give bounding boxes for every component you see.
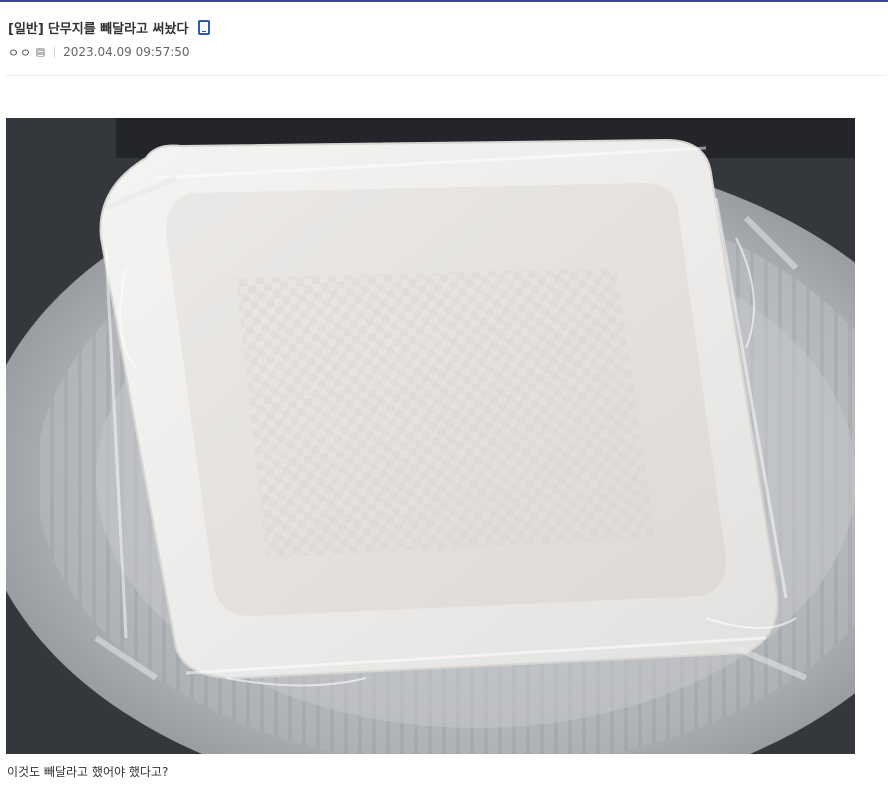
post-meta: ㅇㅇ 2023.04.09 09:57:50 [8, 44, 880, 60]
post-caption: 이것도 빼달라고 했어야 했다고? [7, 765, 169, 779]
post-header: [일반] 단무지를 빼달라고 써놨다 ㅇㅇ 2023.04.09 09:57:5… [8, 18, 880, 60]
mobile-phone-icon [198, 19, 211, 35]
author-nick[interactable]: ㅇㅇ [8, 44, 32, 61]
post-image[interactable] [6, 118, 855, 754]
fixed-nick-icon[interactable] [36, 47, 46, 57]
post-title: 단무지를 빼달라고 써놨다 [47, 21, 189, 37]
post-date: 2023.04.09 09:57:50 [63, 45, 190, 59]
post-category[interactable]: [일반] [8, 18, 44, 37]
top-border [0, 0, 888, 2]
title-row: [일반] 단무지를 빼달라고 써놨다 [8, 18, 880, 37]
meta-separator [54, 46, 56, 58]
header-divider [6, 75, 886, 76]
